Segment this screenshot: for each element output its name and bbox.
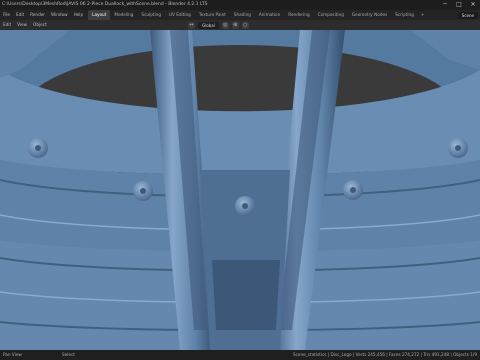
tab-scripting[interactable]: Scripting [391,10,418,20]
proportional-icon[interactable]: ○ [241,21,249,29]
menu-help[interactable]: Help [71,10,87,20]
minimize-button[interactable]: ─ [438,0,452,10]
menu-window[interactable]: Window [48,10,71,20]
mode-dropdown[interactable]: Edit [0,20,14,30]
bolt-4 [343,180,363,200]
tab-uv-editing[interactable]: UV Editing [165,10,195,20]
tab-layout[interactable]: Layout [88,10,111,20]
menu-render[interactable]: Render [27,10,48,20]
snap-icon[interactable]: ⊕ [231,21,239,29]
status-middle: Select [62,352,75,357]
status-bar: Pan View Select Scene_statistics | Disc_… [0,350,480,360]
bolt-2 [133,181,153,201]
title-bar: C:\Users\Desktop\3MeshRod\JAVIS 06 2-Pie… [0,0,480,10]
tab-animation[interactable]: Animation [255,10,284,20]
3d-viewport[interactable] [0,30,480,350]
bolt-5 [448,138,468,158]
top-bar: File Edit Render Window Help Layout Mode… [0,10,480,20]
tab-rendering[interactable]: Rendering [284,10,313,20]
tab-geometry-nodes[interactable]: Geometry Nodes [348,10,391,20]
window-controls: ─ □ ✕ [438,0,480,10]
pivot-icon[interactable]: ◎ [221,21,229,29]
transform-controls: ↔ Global ◎ ⊕ ○ [188,21,249,29]
status-left: Pan View [3,352,22,357]
add-workspace-button[interactable]: + [418,10,428,20]
close-button[interactable]: ✕ [466,0,480,10]
viewport-header: Edit View Object ↔ Global ◎ ⊕ ○ [0,20,480,30]
bolt-3 [235,196,255,216]
orientation-dropdown[interactable]: Global [198,21,219,29]
menu-file[interactable]: File [0,10,13,20]
scene-selector: Scene [457,10,478,20]
tab-compositing[interactable]: Compositing [314,10,348,20]
maximize-button[interactable]: □ [452,0,466,10]
scene-field[interactable]: Scene [457,11,478,19]
window-title: C:\Users\Desktop\3MeshRod\JAVIS 06 2-Pie… [2,2,208,7]
orientation-icon[interactable]: ↔ [188,21,195,29]
wheel-render [0,30,480,350]
menu-object[interactable]: Object [30,20,50,30]
bolt-1 [28,138,48,158]
tab-texture-paint[interactable]: Texture Paint [195,10,230,20]
tab-shading[interactable]: Shading [230,10,255,20]
tab-modeling[interactable]: Modeling [110,10,137,20]
menu-edit[interactable]: Edit [13,10,27,20]
menu-view[interactable]: View [14,20,30,30]
scene-statistics: Scene_statistics | Disc_Logo | Verts 245… [292,352,477,357]
tab-sculpting[interactable]: Sculpting [137,10,165,20]
workspace-tabs: Layout Modeling Sculpting UV Editing Tex… [88,10,427,20]
